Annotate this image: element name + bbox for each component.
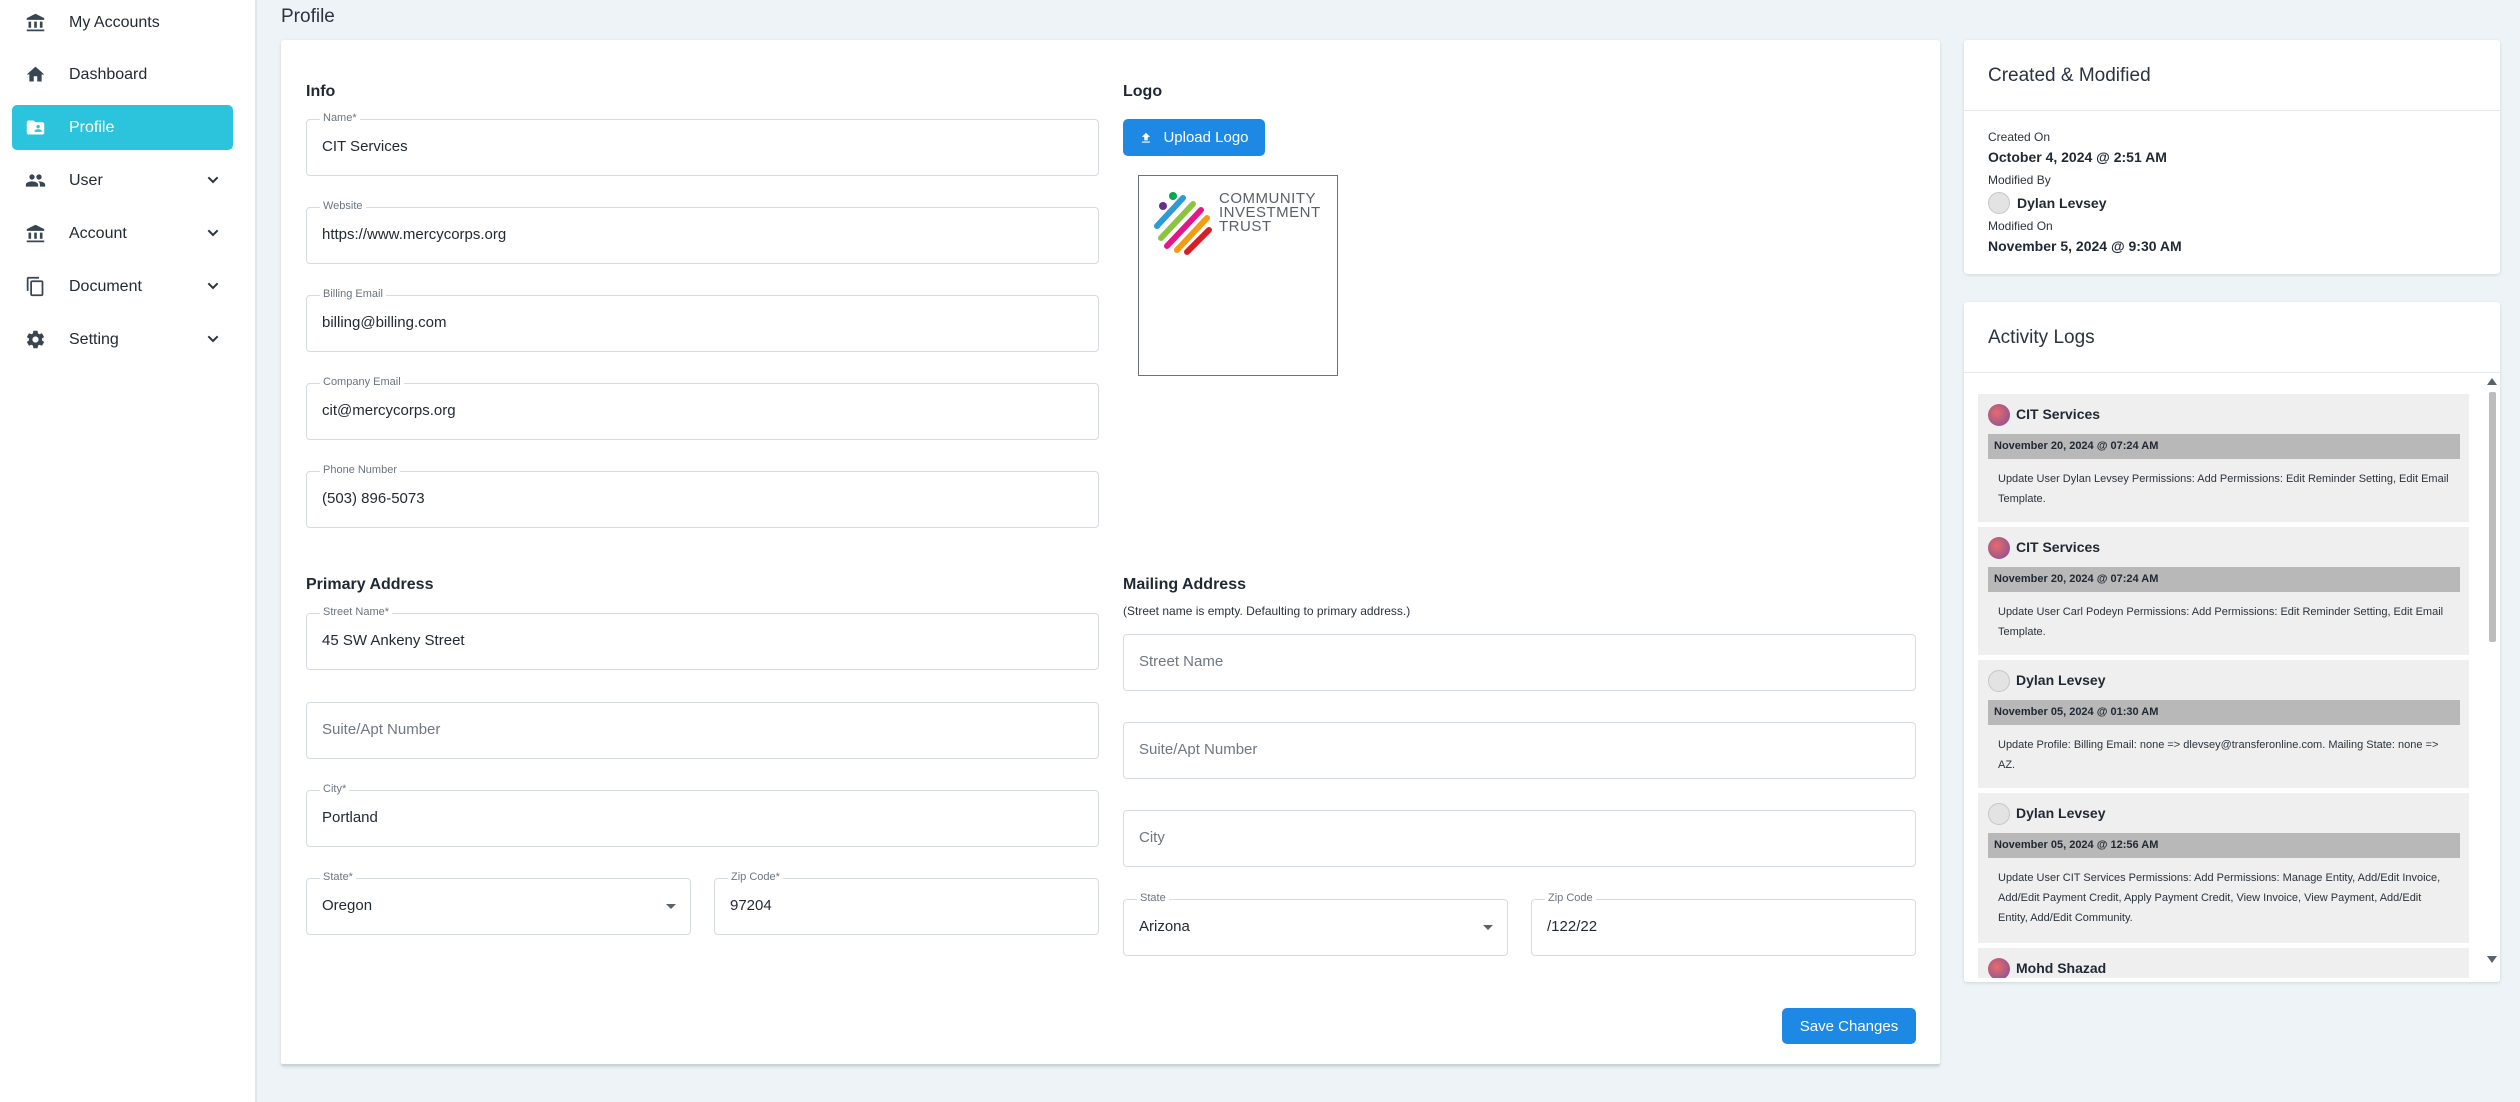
sidebar-item-setting[interactable]: Setting — [12, 317, 233, 362]
created-modified-panel: Created & Modified Created On October 4,… — [1964, 40, 2500, 274]
avatar — [1988, 192, 2010, 214]
billing-email-field[interactable]: Billing Email billing@billing.com — [306, 288, 1099, 352]
primary-zip-field[interactable]: Zip Code* 97204 — [714, 871, 1099, 935]
mailing-street-field[interactable]: Street Name — [1123, 634, 1916, 691]
upload-logo-button[interactable]: Upload Logo — [1123, 119, 1265, 156]
chevron-down-icon — [207, 282, 219, 290]
logo-section-title: Logo — [1123, 83, 1163, 100]
mailing-city-field[interactable]: City — [1123, 810, 1916, 867]
modified-by-label: Modified By — [1988, 173, 2051, 187]
avatar — [1988, 958, 2010, 978]
created-modified-title: Created & Modified — [1988, 65, 2151, 86]
users-icon — [23, 169, 47, 193]
primary-state-select[interactable]: State* Oregon — [306, 871, 691, 935]
log-entry: Dylan Levsey November 05, 2024 @ 01:30 A… — [1978, 660, 2469, 788]
avatar — [1988, 670, 2010, 692]
log-entry: Mohd Shazad — [1978, 948, 2469, 978]
sidebar-item-label: Account — [69, 224, 127, 242]
sidebar-item-my-accounts[interactable]: My Accounts — [12, 0, 233, 45]
sidebar: My Accounts Dashboard Profile User Accou… — [0, 0, 257, 1102]
profile-form-card: Info Name* CIT Services Website https://… — [281, 40, 1940, 1066]
activity-logs-scrollbar[interactable] — [2489, 392, 2496, 642]
save-changes-button[interactable]: Save Changes — [1782, 1008, 1916, 1044]
name-field[interactable]: Name* CIT Services — [306, 112, 1099, 176]
scroll-up-icon[interactable] — [2487, 378, 2497, 385]
dropdown-arrow-icon — [666, 904, 676, 909]
bank-icon — [23, 11, 47, 35]
divider — [1964, 110, 2500, 111]
sidebar-item-dashboard[interactable]: Dashboard — [12, 52, 233, 97]
primary-suite-field[interactable]: Suite/Apt Number — [306, 702, 1099, 759]
company-email-field[interactable]: Company Email cit@mercycorps.org — [306, 376, 1099, 440]
logo-wordmark: COMMUNITY INVESTMENT TRUST — [1219, 190, 1321, 235]
upload-icon — [1142, 132, 1151, 143]
avatar — [1988, 537, 2010, 559]
chevron-down-icon — [207, 176, 219, 184]
created-on-label: Created On — [1988, 130, 2051, 144]
sidebar-item-user[interactable]: User — [12, 158, 233, 203]
chevron-down-icon — [207, 335, 219, 343]
info-section-title: Info — [306, 83, 336, 100]
log-entry: CIT Services November 20, 2024 @ 07:24 A… — [1978, 527, 2469, 655]
sidebar-item-label: Setting — [69, 330, 119, 348]
modified-on-value: November 5, 2024 @ 9:30 AM — [1988, 238, 2182, 254]
scroll-down-icon[interactable] — [2487, 956, 2497, 963]
modified-on-label: Modified On — [1988, 219, 2053, 233]
activity-logs-list[interactable]: CIT Services November 20, 2024 @ 07:24 A… — [1978, 394, 2469, 978]
website-field[interactable]: Website https://www.mercycorps.org — [306, 200, 1099, 264]
sidebar-item-label: User — [69, 171, 103, 189]
avatar — [1988, 803, 2010, 825]
log-entry: CIT Services November 20, 2024 @ 07:24 A… — [1978, 394, 2469, 522]
sidebar-item-label: Profile — [69, 118, 115, 136]
sidebar-item-label: My Accounts — [69, 13, 160, 31]
primary-address-title: Primary Address — [306, 576, 434, 593]
mailing-address-title: Mailing Address — [1123, 576, 1246, 593]
mailing-address-note: (Street name is empty. Defaulting to pri… — [1123, 604, 1411, 618]
primary-street-field[interactable]: Street Name* 45 SW Ankeny Street — [306, 606, 1099, 670]
sidebar-item-label: Dashboard — [69, 65, 148, 83]
created-on-value: October 4, 2024 @ 2:51 AM — [1988, 149, 2167, 165]
document-icon — [23, 275, 47, 299]
modified-by-value: Dylan Levsey — [2017, 195, 2107, 211]
page-title: Profile — [281, 6, 335, 27]
phone-number-field[interactable]: Phone Number (503) 896-5073 — [306, 464, 1099, 528]
sidebar-item-label: Document — [69, 277, 142, 295]
mailing-state-select[interactable]: State Arizona — [1123, 892, 1508, 956]
sidebar-item-document[interactable]: Document — [12, 264, 233, 309]
log-entry: Dylan Levsey November 05, 2024 @ 12:56 A… — [1978, 793, 2469, 943]
mailing-zip-field[interactable]: Zip Code /122/22 — [1531, 892, 1916, 956]
logo-preview: COMMUNITY INVESTMENT TRUST — [1138, 175, 1338, 376]
activity-logs-title: Activity Logs — [1988, 327, 2095, 348]
sidebar-item-profile[interactable]: Profile — [12, 105, 233, 150]
primary-city-field[interactable]: City* Portland — [306, 783, 1099, 847]
chevron-down-icon — [207, 229, 219, 237]
divider — [1964, 372, 2500, 373]
activity-logs-panel: Activity Logs CIT Services November 20, … — [1964, 302, 2500, 982]
avatar — [1988, 404, 2010, 426]
sidebar-item-account[interactable]: Account — [12, 211, 233, 256]
dropdown-arrow-icon — [1483, 925, 1493, 930]
bank-icon — [23, 222, 47, 246]
gear-icon — [23, 328, 47, 352]
home-icon — [23, 63, 47, 87]
profile-folder-icon — [23, 116, 47, 140]
mailing-suite-field[interactable]: Suite/Apt Number — [1123, 722, 1916, 779]
community-investment-trust-logo — [1151, 192, 1212, 256]
